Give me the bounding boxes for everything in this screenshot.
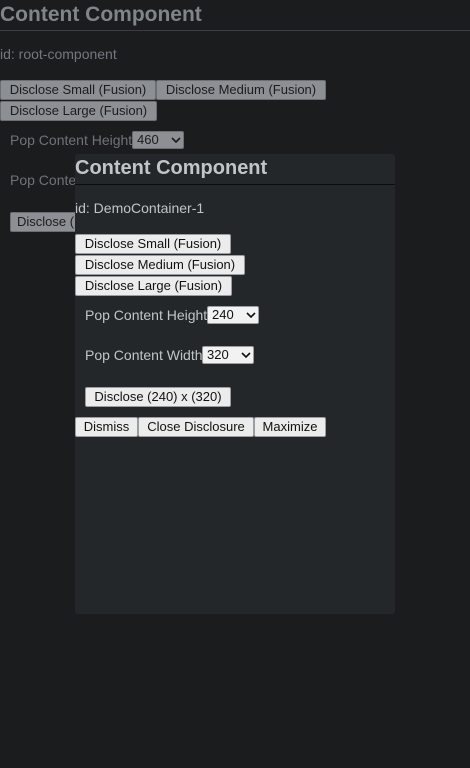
panel-width-select[interactable]: 320: [202, 346, 254, 364]
maximize-button[interactable]: Maximize: [254, 417, 326, 437]
panel-width-select-value: 320: [207, 347, 229, 362]
disclosure-panel: Content Component id: DemoContainer-1 Di…: [75, 154, 395, 614]
panel-height-select-value: 240: [212, 307, 234, 322]
panel-title-divider: [75, 184, 395, 185]
dismiss-button[interactable]: Dismiss: [75, 417, 138, 437]
title-divider: [0, 30, 470, 31]
panel-title: Content Component: [75, 157, 268, 179]
root-disclose-medium-button[interactable]: Disclose Medium (Fusion): [156, 80, 326, 100]
root-height-label: Pop Content Height: [10, 132, 133, 148]
panel-height-label: Pop Content Height: [85, 307, 208, 323]
chevron-down-icon: [169, 132, 183, 148]
panel-disclose-medium-button[interactable]: Disclose Medium (Fusion): [75, 255, 245, 275]
panel-disclose-small-button[interactable]: Disclose Small (Fusion): [75, 234, 231, 254]
root-height-select[interactable]: 460: [132, 131, 184, 149]
panel-disclose-button[interactable]: Disclose (240) x (320): [85, 387, 231, 407]
root-height-select-value: 460: [137, 132, 159, 147]
chevron-down-icon: [244, 307, 258, 323]
panel-id-text: id: DemoContainer-1: [75, 200, 205, 216]
page-title: Content Component: [0, 3, 202, 26]
panel-disclose-large-button[interactable]: Disclose Large (Fusion): [75, 276, 232, 296]
chevron-down-icon: [239, 347, 253, 363]
panel-height-select[interactable]: 240: [207, 306, 259, 324]
root-content-component: Content Component id: root-component Dis…: [0, 0, 470, 768]
panel-width-label: Pop Content Width: [85, 347, 203, 363]
root-disclose-small-button[interactable]: Disclose Small (Fusion): [0, 80, 156, 100]
close-disclosure-button[interactable]: Close Disclosure: [138, 417, 254, 437]
root-id-text: id: root-component: [0, 46, 117, 62]
root-disclose-large-button[interactable]: Disclose Large (Fusion): [0, 101, 157, 121]
root-width-label: Pop Conte: [10, 172, 77, 188]
